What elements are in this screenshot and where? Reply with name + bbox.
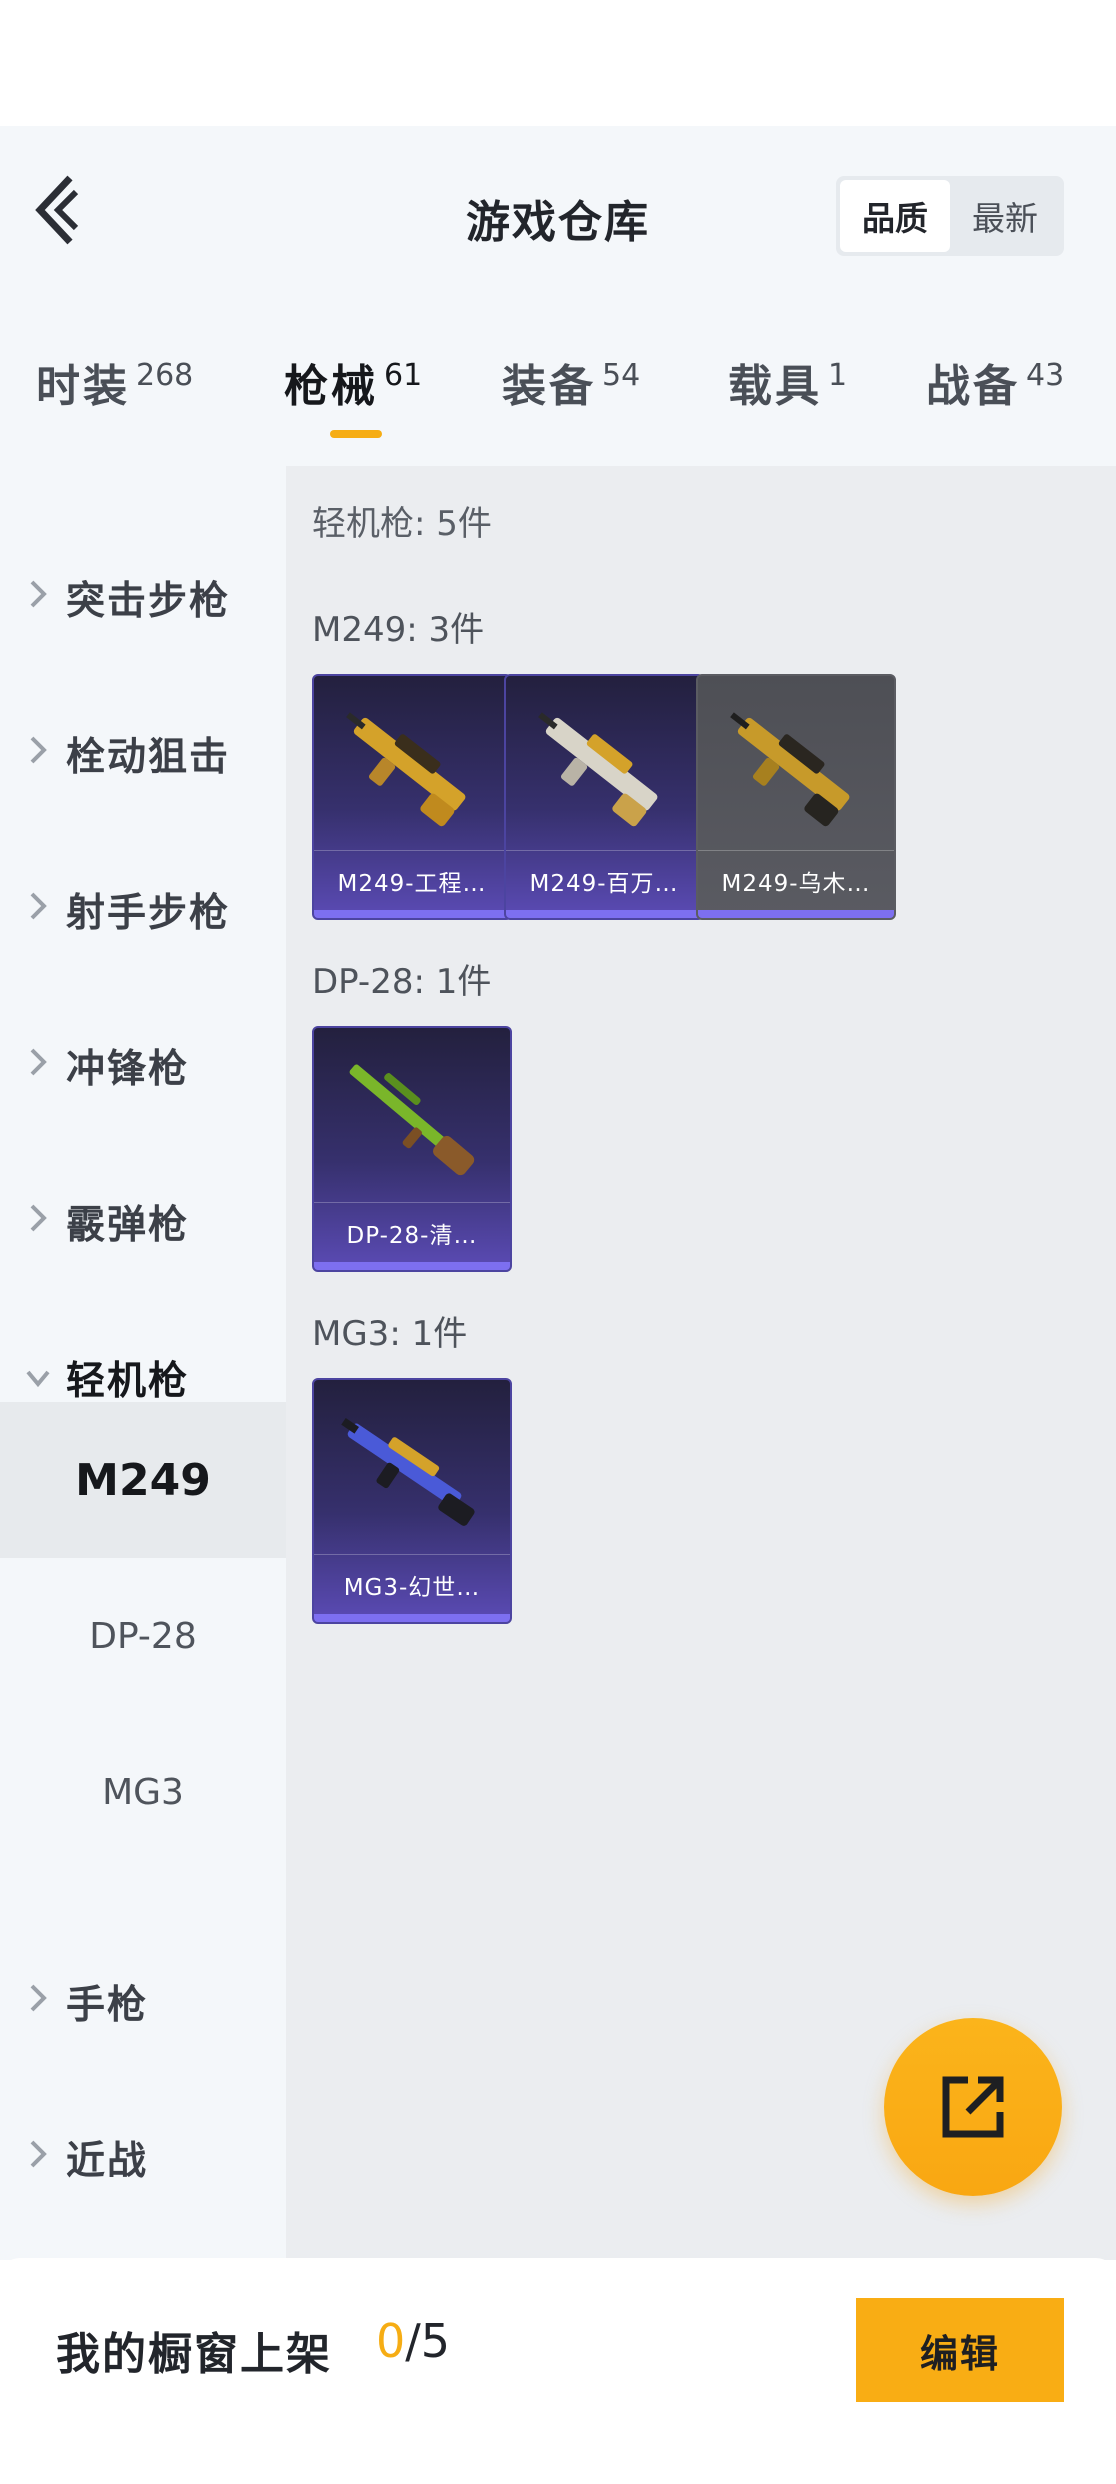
sidebar-item-label: 近战 [66, 2139, 149, 2184]
showcase-current: 0 [376, 2314, 406, 2368]
tab-label: 战备 [926, 361, 1020, 412]
item-row-dp28: DP-28-清… [312, 1026, 512, 1272]
sidebar-subitem-m249[interactable]: M249 [0, 1402, 286, 1558]
sidebar-item-melee[interactable]: 近战 [0, 2104, 286, 2204]
weapon-name-bar: MG3-幻世… [314, 1554, 510, 1614]
tab-battle-gear[interactable]: 战备 43 [926, 350, 1064, 450]
group-title: 轻机枪: 5件 [312, 504, 492, 544]
sidebar-item-marksman-rifle[interactable]: 射手步枪 [0, 856, 286, 956]
tab-fashion[interactable]: 时装 268 [36, 350, 193, 450]
tab-count: 61 [384, 358, 423, 393]
rarity-strip [698, 910, 894, 918]
weapon-name: M249-乌木… [721, 870, 871, 897]
sidebar-subitem-dp28[interactable]: DP-28 [0, 1558, 286, 1714]
chevron-right-icon [26, 2138, 50, 2170]
sidebar-item-label: 突击步枪 [66, 579, 231, 624]
chevron-right-icon [26, 578, 50, 610]
sidebar-subitem-mg3[interactable]: MG3 [0, 1714, 286, 1870]
chevron-right-icon [26, 1046, 50, 1078]
share-external-icon [942, 2076, 1004, 2138]
m249-silver-gold-icon [516, 686, 692, 846]
weapon-card[interactable]: M249-百万… [504, 674, 704, 920]
rarity-strip [314, 1262, 510, 1270]
sidebar-item-label: 轻机枪 [66, 1359, 190, 1404]
weapon-list-panel: 轻机枪: 5件 M249: 3件 M249-工程… M249-百万… M249-… [286, 466, 1116, 2260]
weapon-name-bar: M249-百万… [506, 850, 702, 910]
tab-label: 枪械 [284, 361, 378, 412]
tab-count: 43 [1026, 358, 1065, 393]
weapon-name: DP-28-清… [346, 1222, 478, 1249]
weapon-card[interactable]: M249-工程… [312, 674, 512, 920]
status-bar [0, 0, 1116, 126]
sort-quality-option[interactable]: 品质 [840, 180, 950, 252]
sidebar-item-label: 手枪 [66, 1983, 149, 2028]
rarity-strip [506, 910, 702, 918]
edit-button[interactable]: 编辑 [856, 2298, 1064, 2402]
showcase-total: /5 [405, 2314, 451, 2368]
tab-count: 268 [136, 358, 194, 393]
active-tab-indicator [330, 430, 382, 438]
sidebar-item-label: 冲锋枪 [66, 1047, 190, 1092]
sort-latest-option[interactable]: 最新 [950, 180, 1060, 252]
tab-count: 1 [828, 358, 848, 393]
item-row-mg3: MG3-幻世… [312, 1378, 512, 1624]
sidebar-item-smg[interactable]: 冲锋枪 [0, 1012, 286, 1112]
tab-label: 载具 [728, 361, 822, 412]
showcase-label: 我的橱窗上架 [56, 2329, 332, 2380]
weapon-card[interactable]: M249-乌木… [696, 674, 896, 920]
weapon-name: M249-工程… [337, 870, 487, 897]
sidebar-item-label: 栓动狙击 [66, 735, 231, 780]
sidebar-item-label: 射手步枪 [66, 891, 231, 936]
rarity-strip [314, 1614, 510, 1622]
m249-ebony-icon [708, 686, 884, 846]
tab-label: 装备 [502, 361, 596, 412]
weapon-name-bar: M249-工程… [314, 850, 510, 910]
weapon-name: MG3-幻世… [343, 1574, 481, 1601]
chevron-right-icon [26, 1982, 50, 2014]
dp28-green-icon [324, 1038, 500, 1198]
subgroup-title-m249: M249: 3件 [312, 610, 485, 650]
rarity-strip [314, 910, 510, 918]
item-row-m249: M249-工程… M249-百万… M249-乌木… [312, 674, 896, 920]
chevron-right-icon [26, 890, 50, 922]
subgroup-title-mg3: MG3: 1件 [312, 1314, 468, 1354]
showcase-bar: 我的橱窗上架 0/5 编辑 [0, 2258, 1116, 2484]
warehouse-screen: 游戏仓库 品质 最新 时装 268 枪械 61 装备 54 载具 1 战备 43 突击步枪… [0, 0, 1116, 2484]
chevron-right-icon [26, 734, 50, 766]
share-fab-button[interactable] [884, 2018, 1062, 2196]
tab-equipment[interactable]: 装备 54 [502, 350, 640, 450]
mg3-blue-gold-icon [324, 1390, 500, 1550]
sidebar-item-bolt-sniper[interactable]: 栓动狙击 [0, 700, 286, 800]
sidebar-item-label: 霰弹枪 [66, 1203, 190, 1248]
weapon-name-bar: DP-28-清… [314, 1202, 510, 1262]
tab-vehicles[interactable]: 载具 1 [728, 350, 847, 450]
category-tabs: 时装 268 枪械 61 装备 54 载具 1 战备 43 [0, 330, 1116, 450]
m249-gold-icon [324, 686, 500, 846]
sort-toggle: 品质 最新 [836, 176, 1064, 256]
tab-label: 时装 [36, 361, 130, 412]
showcase-count: 0/5 [376, 2314, 450, 2368]
sidebar-item-assault-rifle[interactable]: 突击步枪 [0, 544, 286, 644]
weapon-card[interactable]: MG3-幻世… [312, 1378, 512, 1624]
sidebar-item-pistol[interactable]: 手枪 [0, 1948, 286, 2048]
weapon-name: M249-百万… [529, 870, 679, 897]
chevron-right-icon [26, 1202, 50, 1234]
chevron-down-icon [26, 1362, 50, 1394]
subgroup-title-dp28: DP-28: 1件 [312, 962, 492, 1002]
sidebar-item-shotgun[interactable]: 霰弹枪 [0, 1168, 286, 1268]
weapon-type-sidebar: 突击步枪 栓动狙击 射手步枪 冲锋枪 霰弹枪 轻机枪 M249 DP-28 MG… [0, 466, 286, 2260]
weapon-card[interactable]: DP-28-清… [312, 1026, 512, 1272]
tab-count: 54 [602, 358, 641, 393]
weapon-name-bar: M249-乌木… [698, 850, 894, 910]
